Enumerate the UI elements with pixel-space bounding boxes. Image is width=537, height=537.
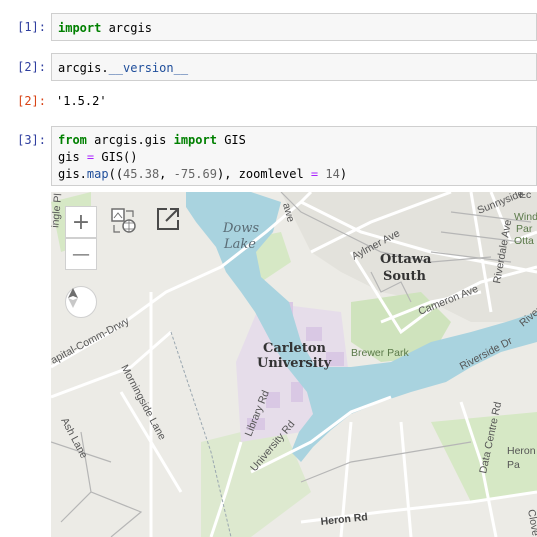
fullscreen-button[interactable] [155,206,187,238]
compass-icon [68,288,78,308]
code-line-3: gis.map((45.38, -75.69), zoomlevel = 14) [58,166,347,182]
keyword-import: import [58,21,102,35]
code-text: GIS() [94,150,138,164]
campus-building [291,382,303,402]
code-attr: map [86,167,109,181]
code-cell-3[interactable]: from arcgis.gis import GIS gis = GIS() g… [51,126,537,186]
code-number: 45.38 [123,167,160,181]
label-windsor-2: Par [516,223,533,235]
code-number: -75.69 [173,167,217,181]
label-dows-lake-2: Lake [223,237,256,252]
output-text: '1.5.2' [56,94,107,108]
code-line: arcgis.__version__ [58,60,188,76]
cell-prompt-2: [2]: [17,60,46,74]
zoom-out-icon: — [72,243,90,265]
zoom-in-icon: + [71,209,91,235]
label-carleton-1: Carleton [263,341,327,356]
label-windsor-3: Otta [514,235,534,247]
code-text: arcgis [101,21,152,35]
cell-prompt-1: [1]: [17,20,46,34]
zoom-in-button[interactable]: + [65,206,97,238]
compass-button[interactable] [65,286,97,318]
fullscreen-icon [157,208,179,230]
label-carleton-2: University [257,356,332,371]
keyword-import: import [173,133,217,147]
code-text: GIS [216,133,246,147]
code-text: gis [58,150,87,164]
keyword-from: from [58,133,87,147]
code-cell-2[interactable]: arcgis.__version__ [51,53,537,81]
code-cell-1[interactable]: import arcgis [51,13,537,41]
code-text: gis. [58,167,87,181]
map-widget[interactable]: Dows Lake Ottawa South Carleton Universi… [51,192,537,537]
code-line: import arcgis [58,20,152,36]
code-text: ), zoomlevel [216,167,311,181]
label-brewer-park: Brewer Park [351,347,410,359]
label-dows-lake-1: Dows [222,221,259,236]
cell-prompt-3: [3]: [17,133,46,147]
output-prompt-2: [2]: [17,94,46,108]
code-line-1: from arcgis.gis import GIS [58,132,246,148]
campus-building [306,327,322,341]
map-canvas[interactable]: Dows Lake Ottawa South Carleton Universi… [51,192,537,537]
basemap-switch-button[interactable] [109,206,141,238]
code-text: (( [108,167,124,181]
label-windsor-1: Wind [514,211,537,223]
code-text: , [159,167,174,181]
zoom-out-button[interactable]: — [65,238,97,270]
basemap-switch-icon [111,208,136,233]
code-attr: __version__ [108,61,189,75]
code-text: arcgis.gis [86,133,174,147]
code-text: ) [339,167,348,181]
label-heron-pa-1: Heron [507,445,536,457]
label-ottawa-south-1: Ottawa [380,252,432,267]
label-ec: Ec [519,192,531,201]
label-ottawa-south-2: South [383,269,427,284]
code-text: arcgis. [58,61,109,75]
code-number: 14 [325,167,340,181]
label-heron-pa-2: Pa [507,459,520,471]
code-line-2: gis = GIS() [58,149,138,165]
